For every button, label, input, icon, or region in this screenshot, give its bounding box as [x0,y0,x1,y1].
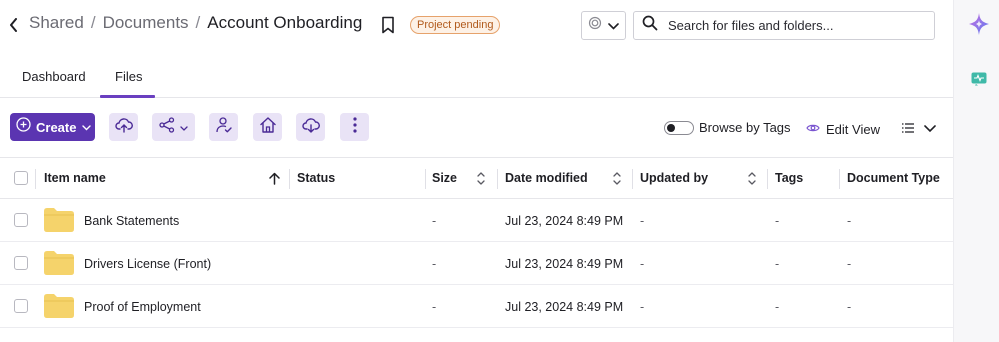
item-name[interactable]: Drivers License (Front) [84,257,211,271]
cloud-download-icon [301,117,320,138]
sort-icon[interactable] [476,171,486,191]
tab-files[interactable]: Files [115,69,142,84]
more-options-button[interactable] [340,113,369,141]
sort-icon[interactable] [612,171,622,191]
document-type-cell: - [847,214,852,228]
plus-circle-icon [16,117,31,137]
ai-assistant-icon[interactable] [968,12,990,36]
sort-icon[interactable] [747,171,757,191]
files-table: Item name Status Size Date modified Upda… [0,157,953,328]
date-modified-cell: Jul 23, 2024 8:49 PM [505,300,624,314]
view-mode-dropdown[interactable] [902,120,936,138]
list-view-icon [902,120,914,138]
folder-icon [44,294,74,318]
document-type-cell: - [847,257,852,271]
date-modified-cell: Jul 23, 2024 8:49 PM [505,214,624,228]
row-checkbox[interactable] [14,256,28,270]
chevron-down-icon [924,120,936,138]
date-modified-cell: Jul 23, 2024 8:49 PM [505,257,624,271]
browse-by-tags-toggle[interactable]: Browse by Tags [664,120,791,135]
eye-icon [806,120,820,138]
item-name[interactable]: Bank Statements [84,214,179,228]
share-button[interactable] [152,113,195,141]
table-row[interactable]: Drivers License (Front) - Jul 23, 2024 8… [0,242,953,285]
tab-bar: Dashboard Files [0,60,953,98]
back-icon[interactable] [6,15,20,35]
page-title: Account Onboarding [207,13,363,32]
toolbar: Create Browse by Tags Edit View [0,109,953,145]
column-header-status[interactable]: Status [297,171,335,185]
updated-by-cell: - [640,214,645,228]
row-checkbox[interactable] [14,213,28,227]
browse-by-tags-label: Browse by Tags [699,120,791,135]
folder-icon [44,251,74,275]
home-button[interactable] [253,113,282,141]
more-vertical-icon [352,116,357,138]
row-checkbox[interactable] [14,299,28,313]
breadcrumb-shared[interactable]: Shared [29,13,84,33]
updated-by-cell: - [640,257,645,271]
sort-ascending-icon[interactable] [269,172,280,190]
search-scope-dropdown[interactable] [581,11,626,40]
breadcrumb-documents[interactable]: Documents [103,13,189,33]
column-header-tags[interactable]: Tags [775,171,803,185]
chevron-down-icon [82,118,92,136]
column-header-updated-by[interactable]: Updated by [640,171,708,185]
breadcrumb: Shared / Documents / Account Onboarding [29,13,362,33]
size-cell: - [432,300,437,314]
right-rail [953,0,999,342]
cloud-upload-icon [114,117,133,138]
tags-cell: - [775,257,780,271]
breadcrumb-separator: / [195,13,201,32]
share-icon [159,116,175,138]
column-header-size[interactable]: Size [432,171,457,185]
status-badge: Project pending [410,16,501,34]
user-check-icon [215,116,233,139]
tab-dashboard[interactable]: Dashboard [22,69,86,84]
tags-cell: - [775,214,780,228]
chevron-down-icon [180,118,188,136]
document-type-cell: - [847,300,852,314]
table-row[interactable]: Proof of Employment - Jul 23, 2024 8:49 … [0,285,953,328]
folder-icon [44,208,74,232]
active-tab-indicator [100,95,155,98]
column-header-document-type[interactable]: Document Type [847,171,940,185]
upload-button[interactable] [109,113,138,141]
size-cell: - [432,214,437,228]
size-cell: - [432,257,437,271]
search-box [633,11,935,40]
edit-view-label: Edit View [826,121,880,137]
header: Shared / Documents / Account Onboarding … [0,0,953,52]
assign-user-button[interactable] [209,113,238,141]
column-header-item-name[interactable]: Item name [44,171,106,185]
bookmark-icon[interactable] [381,16,397,36]
item-name[interactable]: Proof of Employment [84,300,201,314]
tags-cell: - [775,300,780,314]
select-all-checkbox[interactable] [14,171,28,185]
toggle-switch[interactable] [664,120,694,135]
search-input[interactable] [668,18,918,33]
chevron-down-icon [608,17,619,35]
scope-icon [588,16,602,35]
table-row[interactable]: Bank Statements - Jul 23, 2024 8:49 PM -… [0,199,953,242]
search-icon [634,15,658,36]
table-header: Item name Status Size Date modified Upda… [0,157,953,199]
home-icon [259,116,277,139]
activity-app-icon[interactable] [971,72,987,86]
updated-by-cell: - [640,300,645,314]
edit-view-button[interactable]: Edit View [806,120,880,138]
breadcrumb-separator: / [90,13,96,32]
create-button-label: Create [36,119,77,135]
create-button[interactable]: Create [10,113,95,141]
column-header-date-modified[interactable]: Date modified [505,171,588,185]
download-button[interactable] [296,113,325,141]
